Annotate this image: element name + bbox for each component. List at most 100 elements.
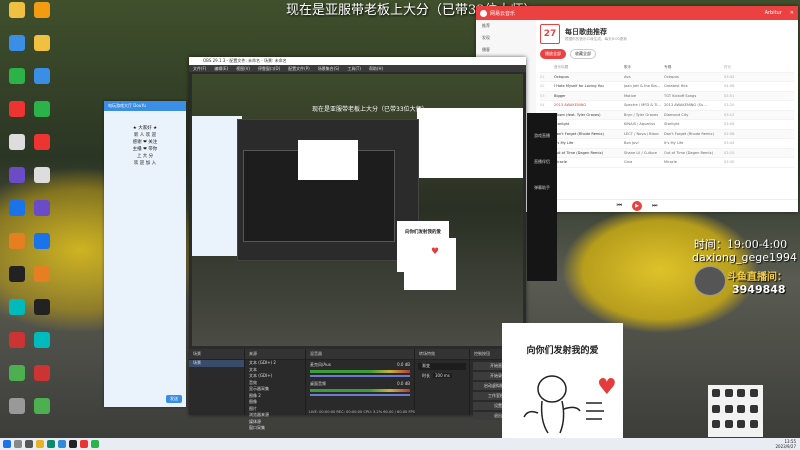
play-all-button[interactable]: 播放全部 xyxy=(540,49,566,59)
netease-icon[interactable] xyxy=(80,440,88,448)
song-dur: 03:44 xyxy=(724,141,735,146)
obs-menu-item[interactable]: 配置文件(P) xyxy=(288,66,310,72)
song-dur: 02:58 xyxy=(724,131,735,136)
mixer-list: 麦克风/Aux 0.0 dB 桌面音频 0.0 dB xyxy=(306,360,414,402)
obs-menu-item[interactable]: 停靠窗口(D) xyxy=(258,66,280,72)
qq-message-line: 上 大 分 xyxy=(136,154,154,159)
tray-icon[interactable] xyxy=(712,404,720,413)
song-row[interactable]: 08It's My LifeBon JoviIt's My Life03:44 xyxy=(540,139,794,149)
avatar xyxy=(694,266,726,296)
qq-message-lines: ★ 大家好 ★ 新 人 欢 迎感谢 ❤ 关注 主播 ❤ 带你上 大 分欢 迎 加 入 xyxy=(104,111,186,167)
sidebar-item[interactable]: 推荐 xyxy=(476,20,536,32)
song-album: It's My Life xyxy=(664,141,684,146)
desktop-app-icon[interactable] xyxy=(27,167,57,197)
desktop-app-icon[interactable] xyxy=(27,134,57,164)
song-row[interactable]: 02 I Hate Myself for Loving You Joan Jett … xyxy=(540,82,794,92)
desktop-app-icon[interactable] xyxy=(27,365,57,395)
obs-menu-item[interactable]: 视图(V) xyxy=(236,66,250,72)
scene-item[interactable]: 场景 xyxy=(189,360,244,367)
daily-title: 每日歌曲推荐 xyxy=(565,27,607,36)
source-item[interactable]: 窗口采集 xyxy=(245,425,305,432)
sidebar-item[interactable]: 播客 xyxy=(476,44,536,56)
volume-slider[interactable] xyxy=(310,375,410,377)
obs-menu-item[interactable]: 帮助(H) xyxy=(369,66,383,72)
tray-icon[interactable] xyxy=(737,389,745,397)
duration-input[interactable]: 300 ms xyxy=(433,373,452,379)
collect-all-button[interactable]: 收藏全部 xyxy=(570,49,596,59)
search-icon[interactable] xyxy=(14,440,22,448)
preview-qq-window xyxy=(192,116,242,256)
netease-user[interactable]: Arbitur xyxy=(765,10,782,16)
desktop-app-icon[interactable] xyxy=(27,35,57,65)
close-icon[interactable]: ✕ xyxy=(790,10,794,16)
sidebar-item[interactable]: 发现 xyxy=(476,32,536,44)
song-row[interactable]: 07Don't Forget (Rhode Remix)LECT / Nova … xyxy=(540,129,794,139)
play-icon[interactable]: ▶ xyxy=(632,201,642,211)
obs-preview[interactable]: 现在是亚服带老板上大分（已带33位大师） xyxy=(192,74,523,346)
desktop-app-icon[interactable] xyxy=(27,332,57,362)
tray-icon[interactable] xyxy=(737,420,745,429)
song-row[interactable]: 01 Octopus Ava Octopus 03:42 xyxy=(540,72,794,82)
next-icon[interactable]: ⏭ xyxy=(652,202,657,210)
explorer-icon[interactable] xyxy=(36,440,44,448)
start-icon[interactable] xyxy=(3,440,11,448)
song-artist: Bon Jovi xyxy=(624,141,639,146)
song-dur: 03:12 xyxy=(724,112,735,117)
song-row[interactable]: 03 Bigger Motive TGT Kickoff Songs 03:51 xyxy=(540,91,794,101)
desktop-app-icon[interactable] xyxy=(27,68,57,98)
obs-window[interactable]: OBS 29.1.3 - 配置文件: 未命名 - 场景: 未命名 文件(F) 编辑… xyxy=(189,57,526,430)
song-artist: Shane Lil / Culture xyxy=(624,150,657,155)
qq-icon[interactable] xyxy=(58,440,66,448)
rdock-item[interactable]: 弹幕助手 xyxy=(527,185,557,191)
desktop-app-icon[interactable] xyxy=(27,200,57,230)
tray-icon[interactable] xyxy=(749,404,758,413)
tray-icon[interactable] xyxy=(749,389,758,397)
tray-icon[interactable] xyxy=(724,404,733,413)
song-row[interactable]: 09Out of Time (Dagen Remix)Shane Lil / C… xyxy=(540,148,794,158)
qq-titlebar[interactable]: 电玩游戏大厅 DouYu xyxy=(104,101,186,111)
song-row[interactable]: 10MiracleGinaMiracle03:30 xyxy=(540,158,794,168)
desktop-app-icon[interactable] xyxy=(27,2,57,32)
song-n: 01 xyxy=(540,74,545,79)
prev-icon[interactable]: ⏮ xyxy=(617,202,622,210)
desktop-app-icon[interactable] xyxy=(27,101,57,131)
tray-icon[interactable] xyxy=(737,404,745,413)
rdock-item[interactable]: 游戏直播 xyxy=(527,133,557,139)
small-sticker-caption: 向你们发射我的爱 xyxy=(405,230,441,235)
wechat-icon[interactable] xyxy=(91,440,99,448)
tray-icon[interactable] xyxy=(749,420,758,429)
taskview-icon[interactable] xyxy=(25,440,33,448)
transition-select[interactable]: 渐变 xyxy=(418,363,466,370)
taskbar-clock[interactable]: 13:55 2023/9/27 xyxy=(775,439,796,449)
obs-menu-item[interactable]: 场景集合(S) xyxy=(318,66,340,72)
obs-menu-item[interactable]: 文件(F) xyxy=(193,66,206,72)
desktop-app-icon[interactable] xyxy=(27,266,57,296)
qq-send-button[interactable]: 发送 xyxy=(166,395,182,403)
song-row[interactable]: 05Clown (feat. Tyler Graves)Bryn / Tyler… xyxy=(540,110,794,120)
desktop-app-icon[interactable] xyxy=(27,233,57,263)
tray-icon[interactable] xyxy=(712,389,720,397)
tray-icon[interactable] xyxy=(724,420,733,429)
platform-label: 斗鱼直播间： xyxy=(727,272,787,283)
obs-menu-item[interactable]: 编辑(E) xyxy=(214,66,228,72)
desktop-app-icon[interactable] xyxy=(27,299,57,329)
edge-icon[interactable] xyxy=(47,440,55,448)
song-dur: 04:08 xyxy=(724,84,735,89)
preview-netease-window xyxy=(417,108,523,178)
tray-icon[interactable] xyxy=(724,389,733,397)
volume-slider[interactable] xyxy=(310,394,410,396)
song-row[interactable]: 06StarlightKINAIS / AquariusStarlight03:… xyxy=(540,120,794,130)
mixer-dock-header: 混音器 xyxy=(306,349,414,360)
tray-icon[interactable] xyxy=(712,420,720,429)
song-n: 04 xyxy=(540,103,545,108)
desktop-app-icon[interactable] xyxy=(27,398,57,428)
obs-menu-item[interactable]: 工具(T) xyxy=(347,66,361,72)
obs-titlebar[interactable]: OBS 29.1.3 - 配置文件: 未命名 - 场景: 未命名 xyxy=(189,57,526,65)
netease-titlebar[interactable]: 网易云音乐 Arbitur ✕ xyxy=(476,6,798,20)
qq-chat-window[interactable]: 电玩游戏大厅 DouYu ★ 大家好 ★ 新 人 欢 迎感谢 ❤ 关注 主播 ❤ 带… xyxy=(104,101,186,407)
netease-app-name: 网易云音乐 xyxy=(490,10,516,17)
volume-meter xyxy=(310,389,410,392)
obs-icon[interactable] xyxy=(69,440,77,448)
rdock-item[interactable]: 直播伴侣 xyxy=(527,159,557,165)
song-row[interactable]: 04 2013 AWAKENING Spectre / MFD & Ti... 201… xyxy=(540,101,794,111)
